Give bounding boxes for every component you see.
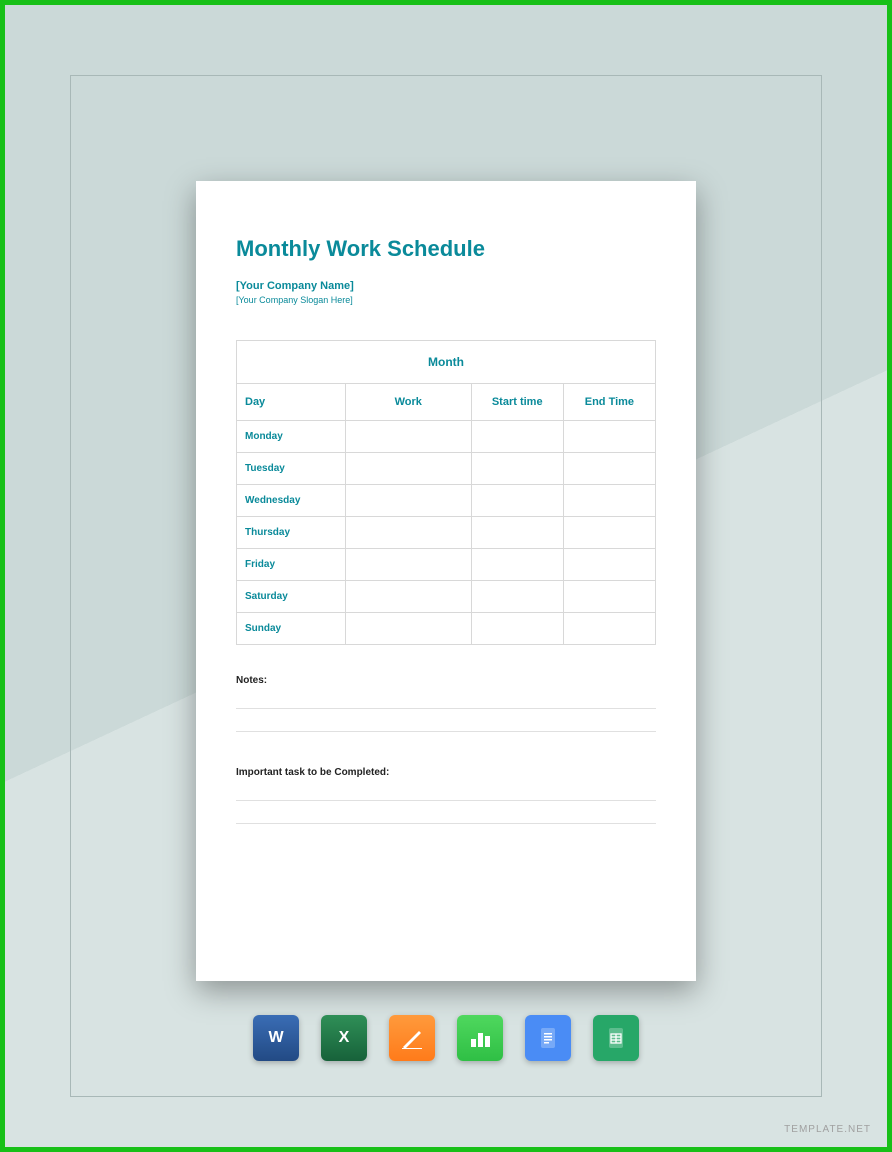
cell	[471, 485, 563, 517]
day-tuesday: Tuesday	[237, 453, 346, 485]
outer-frame: Monthly Work Schedule [Your Company Name…	[70, 75, 822, 1097]
month-header: Month	[237, 341, 656, 384]
google-docs-icon[interactable]	[525, 1015, 571, 1061]
numbers-icon[interactable]	[457, 1015, 503, 1061]
cell	[345, 453, 471, 485]
app-icons-row: W X	[71, 1015, 821, 1061]
cell	[563, 421, 655, 453]
day-thursday: Thursday	[237, 517, 346, 549]
day-sunday: Sunday	[237, 613, 346, 645]
notes-line-1	[236, 708, 656, 709]
document-title: Monthly Work Schedule	[236, 236, 656, 262]
column-day: Day	[237, 384, 346, 421]
schedule-table: Month Day Work Start time End Time Monda…	[236, 340, 656, 645]
column-end-time: End Time	[563, 384, 655, 421]
day-saturday: Saturday	[237, 581, 346, 613]
google-sheets-icon[interactable]	[593, 1015, 639, 1061]
cell	[563, 517, 655, 549]
tasks-line-2	[236, 823, 656, 824]
cell	[345, 549, 471, 581]
column-start-time: Start time	[471, 384, 563, 421]
watermark-text: TEMPLATE.NET	[784, 1124, 871, 1135]
day-friday: Friday	[237, 549, 346, 581]
day-monday: Monday	[237, 421, 346, 453]
cell	[471, 549, 563, 581]
cell	[471, 453, 563, 485]
tasks-line-1	[236, 800, 656, 801]
cell	[563, 581, 655, 613]
word-icon-label: W	[268, 1029, 283, 1047]
notes-label: Notes:	[236, 675, 656, 686]
cell	[471, 613, 563, 645]
cell	[345, 613, 471, 645]
company-slogan-placeholder: [Your Company Slogan Here]	[236, 295, 656, 305]
company-name-placeholder: [Your Company Name]	[236, 280, 656, 292]
cell	[471, 421, 563, 453]
cell	[345, 485, 471, 517]
cell	[471, 581, 563, 613]
cell	[563, 485, 655, 517]
cell	[563, 549, 655, 581]
excel-icon[interactable]: X	[321, 1015, 367, 1061]
pages-icon[interactable]	[389, 1015, 435, 1061]
column-work: Work	[345, 384, 471, 421]
day-wednesday: Wednesday	[237, 485, 346, 517]
excel-icon-label: X	[339, 1029, 350, 1047]
cell	[345, 517, 471, 549]
cell	[563, 453, 655, 485]
document-page: Monthly Work Schedule [Your Company Name…	[196, 181, 696, 981]
notes-line-2	[236, 731, 656, 732]
cell	[345, 421, 471, 453]
cell	[345, 581, 471, 613]
cell	[563, 613, 655, 645]
tasks-label: Important task to be Completed:	[236, 767, 656, 778]
word-icon[interactable]: W	[253, 1015, 299, 1061]
cell	[471, 517, 563, 549]
